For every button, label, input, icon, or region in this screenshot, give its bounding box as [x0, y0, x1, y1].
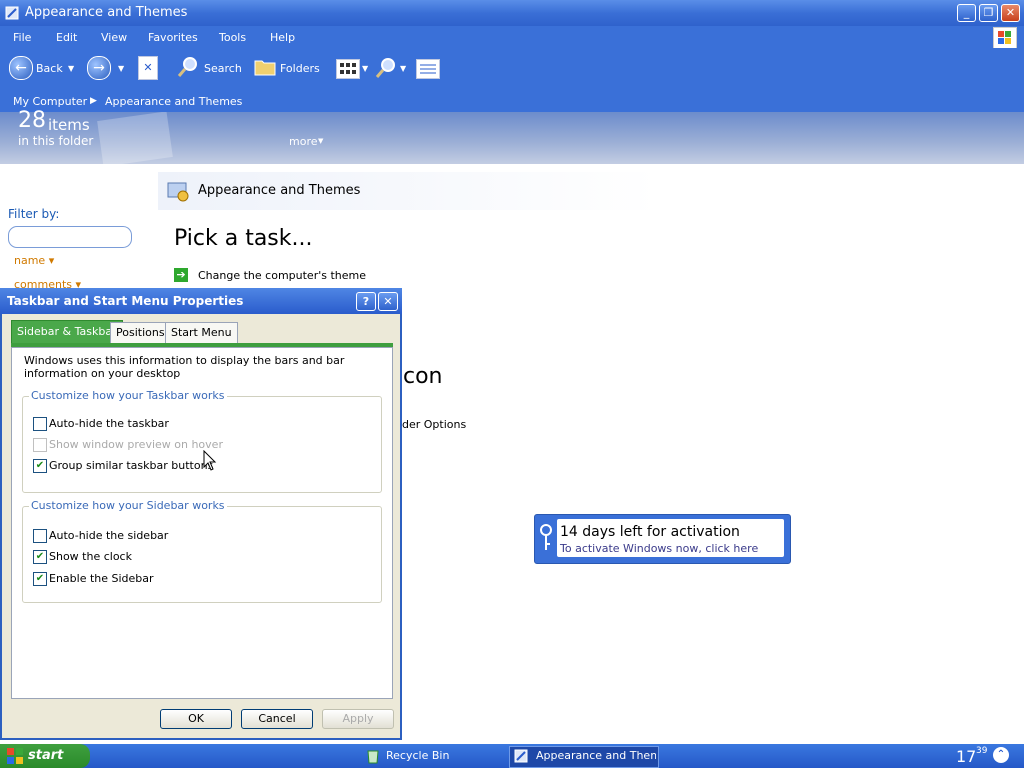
folder-header — [0, 112, 1024, 164]
search-icon[interactable] — [176, 55, 200, 79]
taskbar-group-label: Customize how your Taskbar works — [29, 389, 227, 402]
menu-file[interactable]: File — [13, 31, 31, 44]
cancel-button[interactable]: Cancel — [241, 709, 313, 729]
help-button[interactable]: ? — [356, 292, 376, 311]
mouse-cursor-icon — [203, 450, 217, 471]
tab-sidebar-taskbar[interactable]: Sidebar & Taskbar — [11, 320, 123, 343]
breadcrumb-appearance-themes[interactable]: Appearance and Themes — [105, 95, 242, 108]
details-icon[interactable] — [416, 59, 440, 79]
start-label[interactable]: start — [28, 748, 63, 763]
back-button-label[interactable]: Back — [36, 62, 63, 75]
activation-subtitle[interactable]: To activate Windows now, click here — [560, 542, 758, 555]
enable-sidebar-label[interactable]: Enable the Sidebar — [49, 572, 154, 585]
views-icon[interactable] — [336, 59, 360, 79]
views-dropdown-icon[interactable]: ▼ — [362, 64, 368, 73]
window-title-bar[interactable]: Appearance and Themes _ ❐ ✕ — [0, 0, 1024, 26]
restore-button[interactable]: ❐ — [979, 4, 998, 22]
appearance-themes-icon — [5, 6, 19, 20]
autohide-sidebar-label[interactable]: Auto-hide the sidebar — [49, 529, 168, 542]
forward-arrow-icon[interactable]: → — [87, 56, 111, 80]
zoom-dropdown-icon[interactable]: ▼ — [400, 64, 406, 73]
tab-positions[interactable]: Positions — [110, 322, 171, 343]
appearance-themes-task-icon — [514, 749, 528, 763]
task-change-theme[interactable]: Change the computer's theme — [198, 269, 366, 282]
window-preview-label[interactable]: Show window preview on hover — [49, 438, 223, 451]
delete-icon[interactable]: ✕ — [138, 56, 158, 80]
folder-options-link[interactable]: der Options — [402, 418, 466, 431]
category-title: Appearance and Themes — [198, 183, 361, 198]
recycle-bin-icon — [367, 750, 379, 764]
window-preview-checkbox[interactable] — [33, 438, 47, 452]
clock-hour: 17 — [956, 747, 977, 766]
menu-help[interactable]: Help — [270, 31, 295, 44]
autohide-sidebar-checkbox[interactable] — [33, 529, 47, 543]
group-buttons-label[interactable]: Group similar taskbar buttons — [49, 459, 213, 472]
autohide-taskbar-label[interactable]: Auto-hide the taskbar — [49, 417, 169, 430]
show-clock-label[interactable]: Show the clock — [49, 550, 132, 563]
close-button[interactable]: ✕ — [1001, 4, 1020, 22]
breadcrumb-separator-icon: ▶ — [90, 96, 97, 106]
dialog-description: Windows uses this information to display… — [24, 354, 345, 380]
folders-button-label[interactable]: Folders — [280, 62, 320, 75]
tray-expand-icon[interactable]: ⌃ — [993, 747, 1009, 763]
apply-button[interactable]: Apply — [322, 709, 394, 729]
menu-favorites[interactable]: Favorites — [148, 31, 198, 44]
pick-task-heading: Pick a task... — [174, 226, 313, 251]
appearance-category-icon — [167, 182, 189, 202]
item-count-label: items — [48, 116, 90, 134]
appearance-task-label[interactable]: Appearance and Theme — [536, 746, 656, 766]
sort-by-name[interactable]: name ▾ — [14, 254, 54, 267]
item-count-sub: in this folder — [18, 134, 94, 148]
autohide-taskbar-checkbox[interactable] — [33, 417, 47, 431]
menu-tools[interactable]: Tools — [219, 31, 246, 44]
more-chevron-icon[interactable]: ▼ — [318, 137, 323, 145]
item-count: 28 — [18, 108, 46, 133]
show-clock-checkbox[interactable]: ✔ — [33, 550, 47, 564]
more-link[interactable]: more — [289, 135, 318, 148]
clock-minute: 39 — [976, 746, 988, 756]
filter-by-label: Filter by: — [8, 207, 60, 221]
windows-logo-icon — [993, 27, 1017, 49]
recycle-bin-label[interactable]: Recycle Bin — [386, 746, 449, 766]
back-arrow-icon[interactable]: ← — [9, 56, 33, 80]
activation-key-icon — [540, 524, 552, 550]
forward-dropdown-icon[interactable]: ▼ — [118, 64, 124, 73]
minimize-button[interactable]: _ — [957, 4, 976, 22]
window-title: Appearance and Themes — [25, 5, 188, 20]
group-buttons-checkbox[interactable]: ✔ — [33, 459, 47, 473]
green-arrow-icon: ➔ — [174, 268, 188, 282]
start-windows-logo-icon[interactable] — [6, 747, 24, 765]
dialog-close-button[interactable]: ✕ — [378, 292, 398, 311]
tab-start-menu[interactable]: Start Menu — [165, 322, 238, 343]
ok-button[interactable]: OK — [160, 709, 232, 729]
search-button-label[interactable]: Search — [204, 62, 242, 75]
menu-edit[interactable]: Edit — [56, 31, 77, 44]
breadcrumb-my-computer[interactable]: My Computer — [13, 95, 87, 108]
folders-icon[interactable] — [254, 57, 276, 77]
enable-sidebar-checkbox[interactable]: ✔ — [33, 572, 47, 586]
zoom-icon[interactable] — [374, 56, 398, 80]
dialog-title-bar[interactable]: Taskbar and Start Menu Properties — [0, 288, 402, 314]
filter-input[interactable] — [8, 226, 132, 248]
sidebar-group-label: Customize how your Sidebar works — [29, 499, 227, 512]
folder-watermark-icon — [97, 112, 173, 164]
menu-view[interactable]: View — [101, 31, 127, 44]
dialog-title: Taskbar and Start Menu Properties — [7, 294, 244, 308]
partial-heading: con — [403, 364, 443, 389]
back-dropdown-icon[interactable]: ▼ — [68, 64, 74, 73]
activation-title[interactable]: 14 days left for activation — [560, 524, 740, 540]
